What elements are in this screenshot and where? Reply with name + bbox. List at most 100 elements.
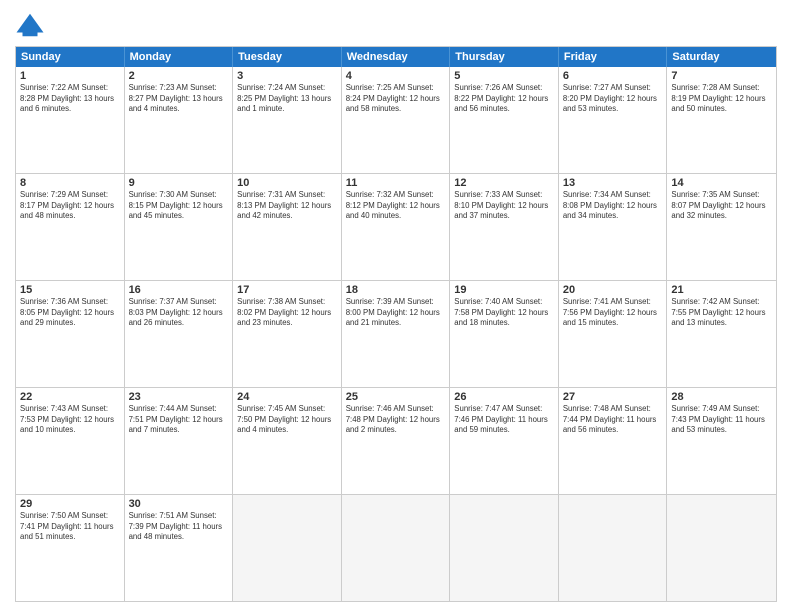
day-info: Sunrise: 7:45 AM Sunset: 7:50 PM Dayligh… (237, 404, 337, 436)
day-number: 2 (129, 70, 229, 82)
calendar-cell-r4c1: 30Sunrise: 7:51 AM Sunset: 7:39 PM Dayli… (125, 495, 234, 601)
calendar-cell-r4c4 (450, 495, 559, 601)
calendar-cell-r3c5: 27Sunrise: 7:48 AM Sunset: 7:44 PM Dayli… (559, 388, 668, 494)
day-info: Sunrise: 7:25 AM Sunset: 8:24 PM Dayligh… (346, 83, 446, 115)
day-number: 16 (129, 284, 229, 296)
calendar-cell-r2c2: 17Sunrise: 7:38 AM Sunset: 8:02 PM Dayli… (233, 281, 342, 387)
calendar-cell-r4c3 (342, 495, 451, 601)
calendar-cell-r3c0: 22Sunrise: 7:43 AM Sunset: 7:53 PM Dayli… (16, 388, 125, 494)
day-number: 18 (346, 284, 446, 296)
page: SundayMondayTuesdayWednesdayThursdayFrid… (0, 0, 792, 612)
day-number: 10 (237, 177, 337, 189)
calendar-cell-r2c0: 15Sunrise: 7:36 AM Sunset: 8:05 PM Dayli… (16, 281, 125, 387)
weekday-header-sunday: Sunday (16, 47, 125, 67)
calendar-row-2: 15Sunrise: 7:36 AM Sunset: 8:05 PM Dayli… (16, 280, 776, 387)
day-info: Sunrise: 7:32 AM Sunset: 8:12 PM Dayligh… (346, 190, 446, 222)
day-number: 29 (20, 498, 120, 510)
calendar-cell-r1c2: 10Sunrise: 7:31 AM Sunset: 8:13 PM Dayli… (233, 174, 342, 280)
day-number: 3 (237, 70, 337, 82)
calendar-body: 1Sunrise: 7:22 AM Sunset: 8:28 PM Daylig… (16, 67, 776, 601)
calendar-cell-r0c0: 1Sunrise: 7:22 AM Sunset: 8:28 PM Daylig… (16, 67, 125, 173)
header (15, 10, 777, 40)
calendar-row-3: 22Sunrise: 7:43 AM Sunset: 7:53 PM Dayli… (16, 387, 776, 494)
day-info: Sunrise: 7:50 AM Sunset: 7:41 PM Dayligh… (20, 511, 120, 543)
calendar-cell-r0c2: 3Sunrise: 7:24 AM Sunset: 8:25 PM Daylig… (233, 67, 342, 173)
day-info: Sunrise: 7:49 AM Sunset: 7:43 PM Dayligh… (671, 404, 772, 436)
calendar-cell-r3c3: 25Sunrise: 7:46 AM Sunset: 7:48 PM Dayli… (342, 388, 451, 494)
day-number: 17 (237, 284, 337, 296)
logo (15, 10, 49, 40)
day-number: 11 (346, 177, 446, 189)
calendar-cell-r1c6: 14Sunrise: 7:35 AM Sunset: 8:07 PM Dayli… (667, 174, 776, 280)
calendar-header: SundayMondayTuesdayWednesdayThursdayFrid… (16, 47, 776, 67)
calendar-cell-r1c3: 11Sunrise: 7:32 AM Sunset: 8:12 PM Dayli… (342, 174, 451, 280)
day-info: Sunrise: 7:39 AM Sunset: 8:00 PM Dayligh… (346, 297, 446, 329)
day-number: 12 (454, 177, 554, 189)
day-info: Sunrise: 7:44 AM Sunset: 7:51 PM Dayligh… (129, 404, 229, 436)
day-info: Sunrise: 7:51 AM Sunset: 7:39 PM Dayligh… (129, 511, 229, 543)
day-number: 15 (20, 284, 120, 296)
day-number: 1 (20, 70, 120, 82)
day-number: 4 (346, 70, 446, 82)
day-info: Sunrise: 7:31 AM Sunset: 8:13 PM Dayligh… (237, 190, 337, 222)
calendar-cell-r0c6: 7Sunrise: 7:28 AM Sunset: 8:19 PM Daylig… (667, 67, 776, 173)
weekday-header-thursday: Thursday (450, 47, 559, 67)
weekday-header-friday: Friday (559, 47, 668, 67)
calendar-cell-r0c4: 5Sunrise: 7:26 AM Sunset: 8:22 PM Daylig… (450, 67, 559, 173)
day-number: 26 (454, 391, 554, 403)
day-info: Sunrise: 7:33 AM Sunset: 8:10 PM Dayligh… (454, 190, 554, 222)
calendar-row-1: 8Sunrise: 7:29 AM Sunset: 8:17 PM Daylig… (16, 173, 776, 280)
calendar-cell-r2c4: 19Sunrise: 7:40 AM Sunset: 7:58 PM Dayli… (450, 281, 559, 387)
calendar-cell-r4c6 (667, 495, 776, 601)
day-number: 7 (671, 70, 772, 82)
day-number: 23 (129, 391, 229, 403)
day-info: Sunrise: 7:28 AM Sunset: 8:19 PM Dayligh… (671, 83, 772, 115)
calendar-cell-r3c6: 28Sunrise: 7:49 AM Sunset: 7:43 PM Dayli… (667, 388, 776, 494)
day-info: Sunrise: 7:42 AM Sunset: 7:55 PM Dayligh… (671, 297, 772, 329)
day-info: Sunrise: 7:34 AM Sunset: 8:08 PM Dayligh… (563, 190, 663, 222)
day-number: 19 (454, 284, 554, 296)
calendar-cell-r2c3: 18Sunrise: 7:39 AM Sunset: 8:00 PM Dayli… (342, 281, 451, 387)
day-number: 25 (346, 391, 446, 403)
weekday-header-tuesday: Tuesday (233, 47, 342, 67)
weekday-header-saturday: Saturday (667, 47, 776, 67)
day-info: Sunrise: 7:26 AM Sunset: 8:22 PM Dayligh… (454, 83, 554, 115)
day-info: Sunrise: 7:24 AM Sunset: 8:25 PM Dayligh… (237, 83, 337, 115)
calendar-cell-r1c5: 13Sunrise: 7:34 AM Sunset: 8:08 PM Dayli… (559, 174, 668, 280)
day-info: Sunrise: 7:37 AM Sunset: 8:03 PM Dayligh… (129, 297, 229, 329)
weekday-header-wednesday: Wednesday (342, 47, 451, 67)
day-number: 8 (20, 177, 120, 189)
day-number: 13 (563, 177, 663, 189)
day-number: 9 (129, 177, 229, 189)
day-info: Sunrise: 7:27 AM Sunset: 8:20 PM Dayligh… (563, 83, 663, 115)
calendar-cell-r1c0: 8Sunrise: 7:29 AM Sunset: 8:17 PM Daylig… (16, 174, 125, 280)
day-number: 20 (563, 284, 663, 296)
day-info: Sunrise: 7:30 AM Sunset: 8:15 PM Dayligh… (129, 190, 229, 222)
calendar-cell-r4c0: 29Sunrise: 7:50 AM Sunset: 7:41 PM Dayli… (16, 495, 125, 601)
day-number: 22 (20, 391, 120, 403)
calendar-cell-r2c1: 16Sunrise: 7:37 AM Sunset: 8:03 PM Dayli… (125, 281, 234, 387)
day-number: 21 (671, 284, 772, 296)
weekday-header-monday: Monday (125, 47, 234, 67)
day-info: Sunrise: 7:48 AM Sunset: 7:44 PM Dayligh… (563, 404, 663, 436)
day-info: Sunrise: 7:47 AM Sunset: 7:46 PM Dayligh… (454, 404, 554, 436)
day-number: 30 (129, 498, 229, 510)
calendar-cell-r1c4: 12Sunrise: 7:33 AM Sunset: 8:10 PM Dayli… (450, 174, 559, 280)
calendar-cell-r4c2 (233, 495, 342, 601)
day-info: Sunrise: 7:22 AM Sunset: 8:28 PM Dayligh… (20, 83, 120, 115)
day-info: Sunrise: 7:43 AM Sunset: 7:53 PM Dayligh… (20, 404, 120, 436)
day-info: Sunrise: 7:38 AM Sunset: 8:02 PM Dayligh… (237, 297, 337, 329)
calendar-cell-r3c2: 24Sunrise: 7:45 AM Sunset: 7:50 PM Dayli… (233, 388, 342, 494)
calendar-cell-r2c6: 21Sunrise: 7:42 AM Sunset: 7:55 PM Dayli… (667, 281, 776, 387)
calendar-cell-r2c5: 20Sunrise: 7:41 AM Sunset: 7:56 PM Dayli… (559, 281, 668, 387)
day-info: Sunrise: 7:40 AM Sunset: 7:58 PM Dayligh… (454, 297, 554, 329)
calendar-cell-r3c4: 26Sunrise: 7:47 AM Sunset: 7:46 PM Dayli… (450, 388, 559, 494)
calendar-cell-r0c5: 6Sunrise: 7:27 AM Sunset: 8:20 PM Daylig… (559, 67, 668, 173)
day-info: Sunrise: 7:36 AM Sunset: 8:05 PM Dayligh… (20, 297, 120, 329)
calendar-row-0: 1Sunrise: 7:22 AM Sunset: 8:28 PM Daylig… (16, 67, 776, 173)
day-info: Sunrise: 7:35 AM Sunset: 8:07 PM Dayligh… (671, 190, 772, 222)
calendar-cell-r0c1: 2Sunrise: 7:23 AM Sunset: 8:27 PM Daylig… (125, 67, 234, 173)
logo-icon (15, 10, 45, 40)
day-number: 24 (237, 391, 337, 403)
calendar-cell-r1c1: 9Sunrise: 7:30 AM Sunset: 8:15 PM Daylig… (125, 174, 234, 280)
